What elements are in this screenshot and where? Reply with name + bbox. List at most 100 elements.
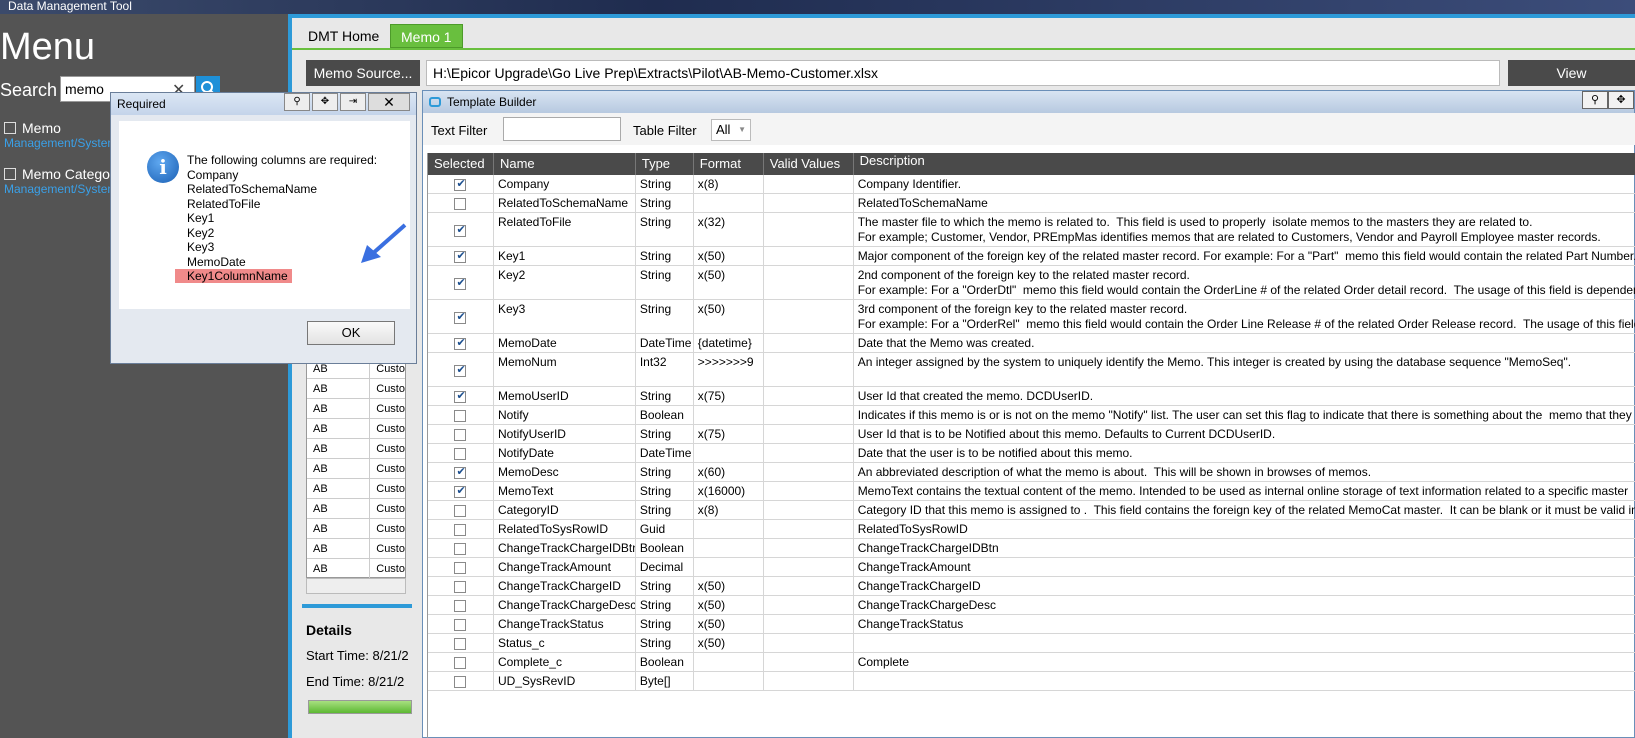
selected-checkbox[interactable] xyxy=(454,562,467,574)
selected-checkbox[interactable] xyxy=(454,410,467,422)
column-header-selected[interactable]: Selected xyxy=(428,153,494,175)
selected-checkbox[interactable] xyxy=(454,389,467,403)
selected-checkbox[interactable] xyxy=(454,249,467,263)
table-row[interactable]: AB Custo xyxy=(307,499,405,519)
table-row[interactable]: ChangeTrackChargeID String x(50) ChangeTrac… xyxy=(428,577,1635,596)
selected-checkbox-cell[interactable] xyxy=(428,615,494,633)
selected-checkbox-cell[interactable] xyxy=(428,501,494,519)
column-header-valid-values[interactable]: Valid Values xyxy=(764,153,854,175)
selected-checkbox-cell[interactable] xyxy=(428,175,494,193)
dialog-titlebar[interactable]: Required ⚲ ✥ ⇥ ✕ xyxy=(111,93,416,115)
table-row[interactable]: MemoDescStringx(60) An abbreviated descri… xyxy=(428,463,1635,482)
table-row[interactable]: AB Custo xyxy=(307,459,405,479)
table-row[interactable]: MemoTextStringx(16000) MemoText contains … xyxy=(428,482,1635,501)
selected-checkbox-cell[interactable] xyxy=(428,300,494,333)
selected-checkbox[interactable] xyxy=(454,581,467,593)
table-row[interactable]: AB Custo xyxy=(307,519,405,539)
table-row[interactable]: AB Custo xyxy=(307,399,405,419)
table-row[interactable]: ChangeTrackStatus String x(50) ChangeTrackS… xyxy=(428,615,1635,634)
view-button[interactable]: View xyxy=(1508,60,1635,86)
selected-checkbox-cell[interactable] xyxy=(428,558,494,576)
tab-memo-1[interactable]: Memo 1 xyxy=(390,24,463,48)
table-row[interactable]: MemoDateDateTime{datetime} Date that the … xyxy=(428,334,1635,353)
selected-checkbox[interactable] xyxy=(454,223,467,237)
selected-checkbox[interactable] xyxy=(454,543,467,555)
table-row[interactable]: AB Custo xyxy=(307,419,405,439)
table-row[interactable]: ChangeTrackChargeDesc String x(50) ChangeTr… xyxy=(428,596,1635,615)
table-filter-select[interactable]: All ▼ xyxy=(711,119,751,141)
move-icon[interactable]: ✥ xyxy=(1608,91,1634,109)
table-row[interactable]: ChangeTrackAmount Decimal ChangeTrackAmoun… xyxy=(428,558,1635,577)
template-builder-titlebar[interactable]: Template Builder ⚲ ✥ xyxy=(423,91,1634,113)
selected-checkbox[interactable] xyxy=(454,363,467,377)
table-row[interactable]: NotifyDate DateTime Date that the user is … xyxy=(428,444,1635,463)
table-row[interactable]: Key2Stringx(50) 2nd component of the fore… xyxy=(428,266,1635,300)
column-header-format[interactable]: Format xyxy=(694,153,764,175)
selected-checkbox[interactable] xyxy=(454,310,467,324)
table-row[interactable]: AB Custo xyxy=(307,539,405,559)
restore-icon[interactable]: ⇥ xyxy=(340,93,366,111)
pin-icon[interactable]: ⚲ xyxy=(284,93,310,111)
table-row[interactable]: Notify Boolean Indicates if this memo is o… xyxy=(428,406,1635,425)
table-row[interactable]: ChangeTrackChargeIDBtn Boolean ChangeTrack… xyxy=(428,539,1635,558)
horizontal-scrollbar[interactable] xyxy=(306,578,406,594)
table-row[interactable]: RelatedToSchemaName String RelatedToSchema… xyxy=(428,194,1635,213)
table-row[interactable]: MemoNumInt32>>>>>>>9 An integer assigned … xyxy=(428,353,1635,387)
sidebar-item-memo-category[interactable]: Memo Category Management/System xyxy=(4,166,122,196)
selected-checkbox[interactable] xyxy=(454,600,467,612)
table-row[interactable]: RelatedToSysRowID Guid RelatedToSysRowID xyxy=(428,520,1635,539)
selected-checkbox-cell[interactable] xyxy=(428,353,494,386)
selected-checkbox-cell[interactable] xyxy=(428,425,494,443)
table-row[interactable]: Complete_c Boolean Complete xyxy=(428,653,1635,672)
table-row[interactable]: CategoryID String x(8) Category ID that thi… xyxy=(428,501,1635,520)
table-row[interactable]: Key1Stringx(50) Major component of the fo… xyxy=(428,247,1635,266)
memo-source-path-field[interactable]: H:\Epicor Upgrade\Go Live Prep\Extracts\… xyxy=(426,60,1500,86)
selected-checkbox-cell[interactable] xyxy=(428,577,494,595)
move-icon[interactable]: ✥ xyxy=(312,93,338,111)
selected-checkbox-cell[interactable] xyxy=(428,266,494,299)
text-filter-input[interactable] xyxy=(503,117,621,141)
selected-checkbox-cell[interactable] xyxy=(428,672,494,690)
pin-icon[interactable]: ⚲ xyxy=(1582,91,1608,109)
selected-checkbox-cell[interactable] xyxy=(428,520,494,538)
selected-checkbox[interactable] xyxy=(454,448,467,460)
selected-checkbox-cell[interactable] xyxy=(428,247,494,265)
selected-checkbox[interactable] xyxy=(454,465,467,479)
selected-checkbox[interactable] xyxy=(454,177,467,191)
selected-checkbox[interactable] xyxy=(454,638,467,650)
table-row[interactable]: Status_c String x(50) xyxy=(428,634,1635,653)
selected-checkbox-cell[interactable] xyxy=(428,406,494,424)
tab-dmt-home[interactable]: DMT Home xyxy=(298,24,389,48)
table-row[interactable]: NotifyUserID String x(75) User Id that is t… xyxy=(428,425,1635,444)
selected-checkbox[interactable] xyxy=(454,336,467,350)
selected-checkbox[interactable] xyxy=(454,619,467,631)
selected-checkbox[interactable] xyxy=(454,524,467,536)
selected-checkbox-cell[interactable] xyxy=(428,482,494,500)
table-row[interactable]: CompanyStringx(8) Company Identifier. xyxy=(428,175,1635,194)
selected-checkbox-cell[interactable] xyxy=(428,334,494,352)
selected-checkbox-cell[interactable] xyxy=(428,539,494,557)
column-header-description[interactable]: Description xyxy=(854,153,1635,175)
table-row[interactable]: RelatedToFileStringx(32) The master file … xyxy=(428,213,1635,247)
selected-checkbox-cell[interactable] xyxy=(428,194,494,212)
table-row[interactable]: AB Custo xyxy=(307,479,405,499)
selected-checkbox-cell[interactable] xyxy=(428,444,494,462)
selected-checkbox-cell[interactable] xyxy=(428,653,494,671)
selected-checkbox-cell[interactable] xyxy=(428,634,494,652)
selected-checkbox[interactable] xyxy=(454,198,467,210)
selected-checkbox-cell[interactable] xyxy=(428,213,494,246)
close-icon[interactable]: ✕ xyxy=(368,93,410,111)
table-row[interactable]: AB Custo xyxy=(307,559,405,579)
table-row[interactable]: Key3Stringx(50) 3rd component of the fore… xyxy=(428,300,1635,334)
selected-checkbox[interactable] xyxy=(454,429,467,441)
selected-checkbox-cell[interactable] xyxy=(428,596,494,614)
table-row[interactable]: AB Custo xyxy=(307,379,405,399)
sidebar-item-memo[interactable]: Memo Management/System xyxy=(4,120,117,150)
ok-button[interactable]: OK xyxy=(307,321,395,345)
selected-checkbox[interactable] xyxy=(454,657,467,669)
table-row[interactable]: AB Custo xyxy=(307,439,405,459)
selected-checkbox[interactable] xyxy=(454,505,467,517)
selected-checkbox[interactable] xyxy=(454,276,467,290)
selected-checkbox[interactable] xyxy=(454,676,467,688)
column-header-name[interactable]: Name xyxy=(494,153,636,175)
